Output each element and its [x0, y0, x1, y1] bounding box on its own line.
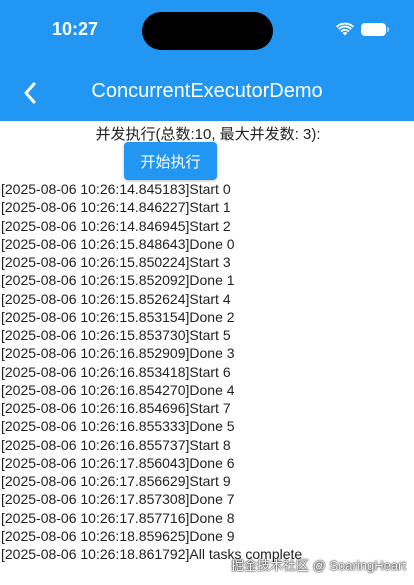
log-line: [2025-08-06 10:26:17.857308]Done 7	[1, 491, 235, 508]
battery-icon	[361, 22, 389, 36]
status-icons	[336, 22, 389, 36]
log-line: [2025-08-06 10:26:16.855333]Done 5	[1, 418, 235, 435]
log-line: [2025-08-06 10:26:17.857716]Done 8	[1, 509, 235, 526]
log-line: [2025-08-06 10:26:15.852092]Done 1	[1, 272, 235, 289]
status-time: 10:27	[52, 19, 99, 39]
wifi-icon	[336, 22, 354, 36]
log-line: [2025-08-06 10:26:15.848643]Done 0	[1, 235, 235, 252]
log-line: [2025-08-06 10:26:18.859625]Done 9	[1, 527, 235, 544]
log-line: [2025-08-06 10:26:14.846945]Start 2	[1, 217, 231, 234]
log-line: [2025-08-06 10:26:15.853730]Start 5	[1, 327, 231, 343]
log-line: [2025-08-06 10:26:15.850224]Start 3	[1, 254, 231, 270]
app-bar: 10:27 ConcurrentExecutorDemo	[0, 0, 414, 121]
log-line: [2025-08-06 10:26:16.854270]Done 4	[1, 381, 235, 398]
log-line: [2025-08-06 10:26:14.845183]Start 0	[1, 181, 231, 197]
log-line: [2025-08-06 10:26:15.853154]Done 2	[1, 308, 235, 325]
log-line: [2025-08-06 10:26:16.854696]Start 7	[1, 400, 231, 416]
dynamic-island	[142, 12, 273, 50]
start-button[interactable]: 开始执行	[124, 142, 217, 180]
log-line: [2025-08-06 10:26:17.856629]Start 9	[1, 473, 231, 489]
log-line: [2025-08-06 10:26:16.855737]Start 8	[1, 436, 231, 453]
page-title: ConcurrentExecutorDemo	[91, 80, 323, 102]
log-line: [2025-08-06 10:26:17.856043]Done 6	[1, 454, 235, 471]
section-subtitle: 并发执行(总数:10, 最大并发数: 3):	[95, 126, 321, 143]
log-line: [2025-08-06 10:26:14.846227]Start 1	[1, 199, 231, 216]
log-list: [2025-08-06 10:26:14.845183]Start 0 [2025…	[0, 180, 414, 563]
watermark: 掘金技术社区 @ SoaringHeart	[230, 558, 406, 573]
log-line: [2025-08-06 10:26:16.853418]Start 6	[1, 363, 231, 380]
log-line: [2025-08-06 10:26:15.852624]Start 4	[1, 290, 231, 307]
log-line: [2025-08-06 10:26:16.852909]Done 3	[1, 345, 235, 362]
